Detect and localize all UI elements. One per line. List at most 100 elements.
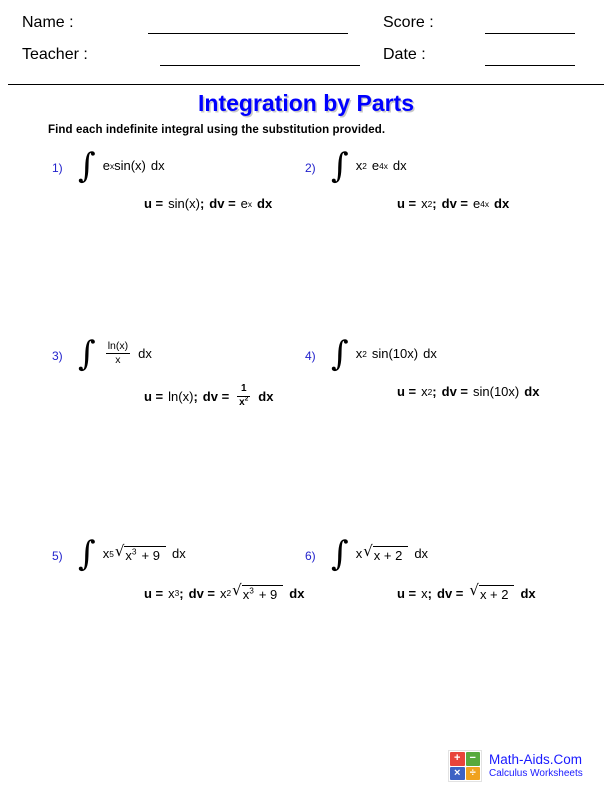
name-label: Name : [22, 14, 74, 31]
problem-number: 4) [305, 349, 316, 363]
radical-sign-icon: √ [469, 581, 479, 599]
page-title: Integration by Parts [198, 90, 414, 116]
problem-number: 6) [305, 549, 316, 563]
u-value: sin(x) [168, 196, 200, 211]
teacher-label: Teacher : [22, 46, 88, 63]
dv-label: dv = [437, 585, 464, 601]
radicand: x3 + 9 [124, 545, 166, 563]
radical: √ x + 2 [469, 581, 515, 602]
u-label: u = [144, 388, 164, 404]
score-label: Score : [383, 14, 434, 31]
denominator-exponent: 2 [244, 395, 249, 403]
problem-number: 3) [52, 349, 63, 363]
radical-sign-icon: √ [232, 581, 242, 599]
problem-substitution: u = x 2; dv = e 4x dx [397, 196, 510, 211]
dv-base: e [473, 196, 481, 211]
sub-semicolon: ; [199, 196, 205, 211]
expr-function: sin(10x) [371, 346, 419, 362]
problem-substitution: u = x 3; dv = x 2 √ x3 + 9 dx [144, 581, 305, 603]
sub-dx: dx [257, 196, 273, 211]
u-base: x [168, 585, 175, 601]
dv-base: e [240, 196, 248, 211]
u-label: u = [397, 585, 417, 601]
plus-tile-icon: + [450, 752, 465, 766]
radicand-exponent: 3 [131, 546, 137, 557]
site-name[interactable]: Math-Aids.Com [489, 752, 583, 768]
sub-dx: dx [258, 388, 274, 404]
sub-semicolon: ; [432, 384, 437, 399]
date-label: Date : [383, 46, 426, 63]
integral-icon: ∫ [331, 334, 349, 374]
fraction-denominator: x2 [237, 395, 251, 409]
sub-semicolon: ; [432, 196, 437, 211]
problem-number: 5) [52, 549, 63, 563]
sub-dx: dx [494, 196, 510, 211]
u-label: u = [397, 384, 417, 399]
times-tile-icon: × [450, 766, 465, 780]
expr-base: x [355, 546, 363, 562]
sub-semicolon: ; [193, 388, 198, 404]
sub-semicolon: ; [427, 585, 432, 601]
radicand-exponent: 3 [249, 585, 254, 596]
problem-number: 2) [305, 161, 316, 175]
problem-expression: ∫ x 2 sin(10x) dx [331, 334, 437, 374]
problem-substitution: u = x; dv = √ x + 2 dx [397, 581, 536, 603]
radical-sign-icon: √ [363, 541, 373, 560]
expr-dx: dx [423, 346, 437, 362]
integral-icon: ∫ [331, 534, 349, 574]
u-label: u = [397, 196, 417, 211]
sub-semicolon: ; [179, 585, 184, 601]
expr-dx: dx [150, 158, 165, 174]
sub-dx: dx [524, 384, 540, 399]
u-base: x [421, 196, 428, 211]
fraction-numerator: ln(x) [107, 340, 129, 353]
score-input-blank[interactable] [485, 33, 575, 34]
u-label: u = [144, 585, 164, 601]
sub-dx: dx [289, 585, 305, 601]
footer-branding[interactable]: + − × ÷ Math-Aids.Com Calculus Worksheet… [448, 750, 583, 782]
radical: √ x3 + 9 [114, 541, 166, 563]
problem-substitution: u = ln(x); dv = 1 x2 dx [144, 383, 274, 409]
radical-sign-icon: √ [114, 541, 125, 560]
problem-substitution: u = x 2; dv = sin(10x) dx [397, 384, 540, 399]
teacher-input-blank[interactable] [160, 65, 360, 66]
radicand: x + 2 [372, 545, 409, 563]
footer-text: Math-Aids.Com Calculus Worksheets [489, 752, 583, 779]
dv-label: dv = [441, 384, 468, 399]
date-input-blank[interactable] [485, 65, 575, 66]
radicand-rest: + 9 [141, 547, 160, 563]
expr-dx: dx [414, 546, 429, 562]
fraction-denominator: x [105, 353, 131, 366]
name-input-blank[interactable] [148, 33, 348, 34]
expr-base: e [102, 158, 110, 174]
integral-icon: ∫ [78, 334, 96, 374]
fraction-numerator: 1 [240, 383, 247, 394]
problem-expression: ∫ ln(x) x dx [78, 334, 152, 374]
problem-expression: ∫ e x sin(x) dx [78, 146, 165, 186]
problem-expression: ∫ x 2 e 4x dx [331, 146, 407, 186]
dv-value: sin(10x) [473, 384, 520, 399]
u-label: u = [144, 196, 164, 211]
integral-icon: ∫ [331, 146, 349, 186]
radicand: x3 + 9 [241, 585, 284, 602]
radical: √ x3 + 9 [232, 581, 284, 602]
dv-label: dv = [209, 196, 236, 211]
u-base: x [421, 384, 428, 399]
problem-substitution: u = sin(x); dv = e x dx [144, 196, 273, 211]
header-divider [8, 84, 604, 85]
problem-number: 1) [52, 161, 63, 175]
divide-tile-icon: ÷ [465, 766, 480, 780]
dv-fraction: 1 x2 [237, 383, 251, 409]
dv-label: dv = [188, 585, 215, 601]
expr-function: sin(x) [114, 158, 146, 174]
integral-icon: ∫ [78, 146, 96, 186]
radical: √ x + 2 [363, 541, 409, 563]
worksheet-category: Calculus Worksheets [489, 768, 583, 779]
expr-base-2: e [371, 158, 380, 174]
expr-dx: dx [171, 546, 186, 562]
fraction: ln(x) x [105, 340, 131, 366]
minus-tile-icon: − [465, 752, 480, 766]
instructions-text: Find each indefinite integral using the … [48, 124, 386, 136]
u-value: ln(x) [168, 388, 194, 404]
radicand: x + 2 [478, 585, 515, 602]
